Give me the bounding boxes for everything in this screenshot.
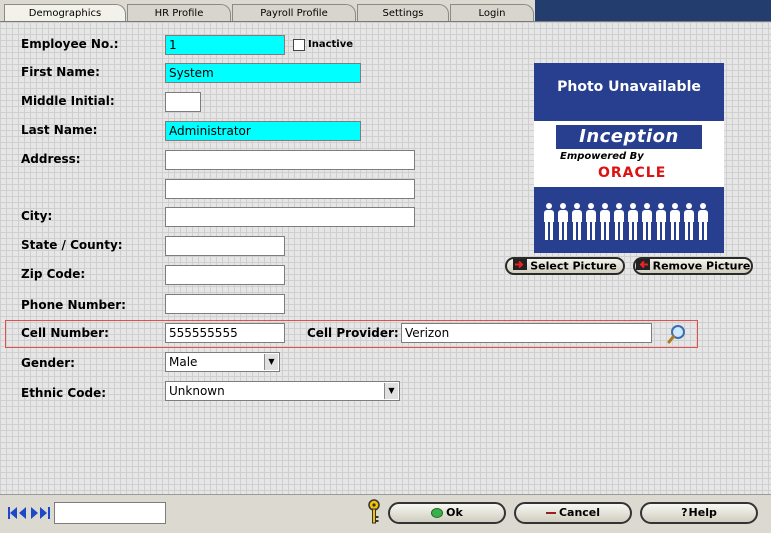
cell-number-label: Cell Number:	[21, 326, 109, 340]
tab-hr-profile[interactable]: HR Profile	[127, 4, 231, 22]
employee-no-input[interactable]: 1	[165, 35, 285, 55]
chevron-down-icon[interactable]: ▼	[264, 354, 278, 370]
address-line2-input[interactable]	[165, 179, 415, 199]
ok-label: Ok	[446, 506, 463, 519]
first-name-input[interactable]: System	[165, 63, 361, 83]
tab-payroll-profile[interactable]: Payroll Profile	[232, 4, 356, 22]
inception-logo: Inception Empowered By ORACLE	[534, 121, 724, 187]
state-label: State / County:	[21, 238, 123, 252]
cell-provider-label: Cell Provider:	[307, 326, 399, 340]
record-number-input[interactable]	[54, 502, 166, 524]
cancel-label: Cancel	[558, 506, 601, 519]
tab-label: Payroll Profile	[260, 8, 328, 19]
photo-title: Photo Unavailable	[557, 79, 701, 95]
tab-login[interactable]: Login	[450, 4, 534, 22]
chevron-down-icon[interactable]: ▼	[384, 383, 398, 399]
tab-label: Settings	[382, 8, 424, 19]
remove-picture-icon	[635, 259, 650, 274]
inactive-label: Inactive	[308, 39, 354, 50]
city-input[interactable]	[165, 207, 415, 227]
ok-icon	[431, 508, 444, 518]
address-label: Address:	[21, 152, 81, 166]
select-picture-button[interactable]: Select Picture	[505, 257, 625, 275]
logo-tagline: Empowered By	[560, 151, 644, 162]
tab-demographics[interactable]: Demographics	[4, 4, 126, 22]
ethnic-code-label: Ethnic Code:	[21, 386, 107, 400]
last-name-input[interactable]: Administrator	[165, 121, 361, 141]
tab-bar: Demographics HR Profile Payroll Profile …	[0, 0, 771, 22]
select-picture-label: Select Picture	[530, 259, 617, 273]
address-line1-input[interactable]	[165, 150, 415, 170]
tab-label: Demographics	[28, 8, 102, 19]
first-name-label: First Name:	[21, 65, 100, 79]
tab-label: HR Profile	[154, 8, 204, 19]
gender-select[interactable]: Male ▼	[165, 352, 280, 372]
tab-settings[interactable]: Settings	[357, 4, 449, 22]
gender-value: Male	[169, 355, 198, 369]
bottom-toolbar: Ok Cancel ?Help	[0, 494, 771, 533]
cell-provider-input[interactable]: Verizon	[401, 323, 652, 343]
ethnic-code-select[interactable]: Unknown ▼	[165, 381, 400, 401]
employee-no-label: Employee No.:	[21, 37, 119, 51]
phone-label: Phone Number:	[21, 298, 126, 312]
logo-brand: Inception	[556, 125, 702, 149]
remove-picture-button[interactable]: Remove Picture	[633, 257, 753, 275]
employee-photo: Photo Unavailable Inception Empowered By…	[534, 63, 724, 253]
help-label: Help	[688, 506, 717, 519]
ok-button[interactable]: Ok	[388, 502, 506, 524]
people-graphic	[544, 203, 714, 245]
inactive-checkbox[interactable]	[293, 39, 305, 51]
gender-label: Gender:	[21, 356, 75, 370]
help-button[interactable]: ?Help	[640, 502, 758, 524]
record-navigation-icon[interactable]	[8, 507, 50, 519]
help-icon: ?	[681, 506, 688, 519]
key-icon[interactable]	[367, 499, 381, 525]
cancel-button[interactable]: Cancel	[514, 502, 632, 524]
tab-label: Login	[478, 8, 506, 19]
search-icon[interactable]	[666, 323, 688, 345]
select-picture-icon	[513, 259, 528, 274]
phone-input[interactable]	[165, 294, 285, 314]
cancel-icon	[545, 512, 556, 514]
demographics-panel: Employee No.: 1 Inactive First Name: Sys…	[0, 21, 771, 495]
last-name-label: Last Name:	[21, 123, 98, 137]
remove-picture-label: Remove Picture	[652, 259, 751, 273]
zip-input[interactable]	[165, 265, 285, 285]
city-label: City:	[21, 209, 53, 223]
cell-number-input[interactable]: 555555555	[165, 323, 285, 343]
state-input[interactable]	[165, 236, 285, 256]
ethnic-code-value: Unknown	[169, 384, 225, 398]
logo-partner: ORACLE	[598, 165, 667, 181]
middle-initial-label: Middle Initial:	[21, 94, 115, 108]
zip-label: Zip Code:	[21, 267, 86, 281]
middle-initial-input[interactable]	[165, 92, 201, 112]
